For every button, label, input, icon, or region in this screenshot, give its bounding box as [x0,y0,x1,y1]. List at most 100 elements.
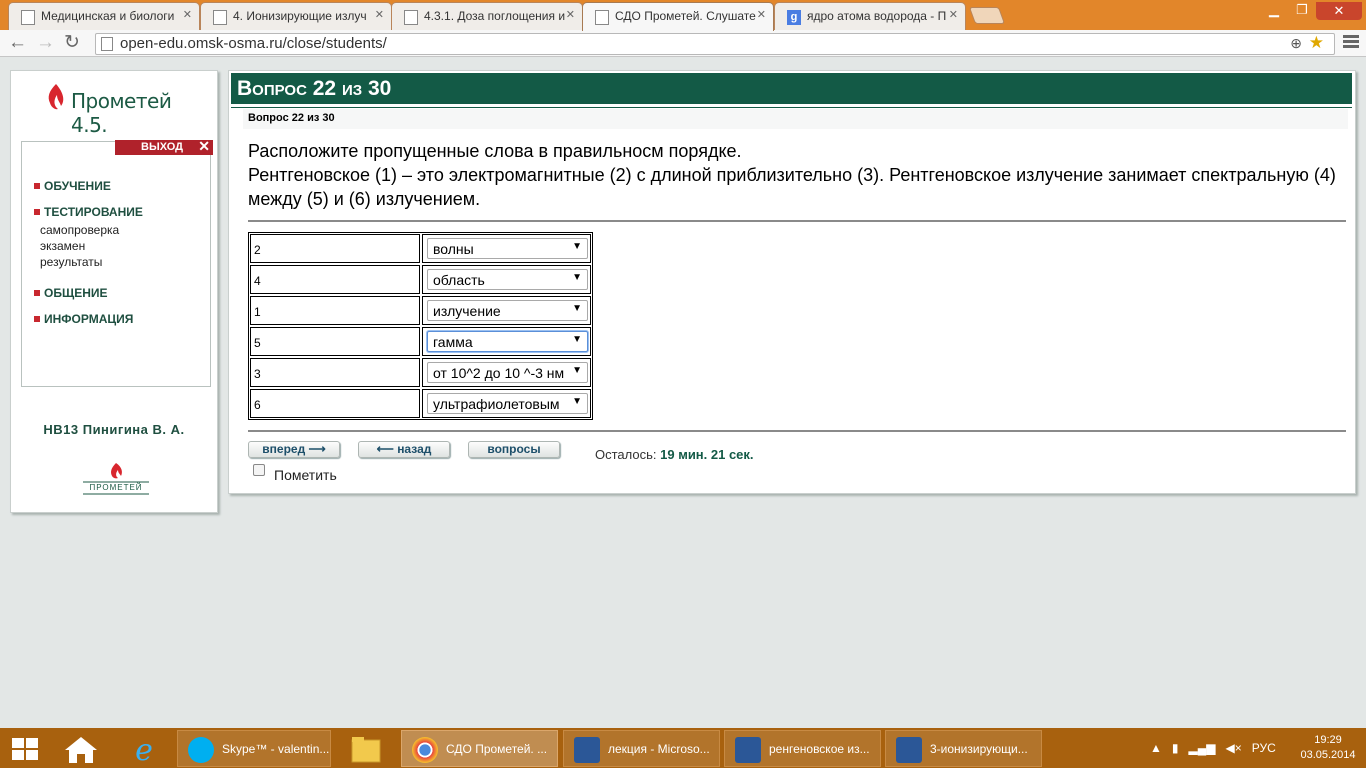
answer-select[interactable]: область ▼ [427,269,588,290]
answer-select[interactable]: излучение ▼ [427,300,588,321]
answer-row: 3 от 10^2 до 10 ^-3 нм ▼ [250,358,591,387]
word-icon [735,737,761,763]
taskbar-item-label: СДО Прометей. ... [446,742,548,756]
menu-learning[interactable]: ОБУЧЕНИЕ [34,179,143,193]
timer-value: 19 мин. 21 сек. [660,447,754,462]
battery-icon[interactable]: ▮ [1172,741,1179,755]
page-icon [101,37,113,51]
tab-label: Медицинская и биологи [41,9,175,23]
tab-label: ядро атома водорода - П [807,9,947,23]
back-arrow-icon[interactable]: ← [8,33,27,53]
url-text: open-edu.omsk-osma.ru/close/students/ [120,35,387,52]
question-subheader: Вопрос 22 из 30 [248,112,335,124]
dropdown-arrow-icon: ▼ [572,241,582,252]
taskbar-item-label: ренгеновское из... [769,742,870,756]
selected-value: область [433,272,485,288]
internet-explorer-icon[interactable]: e [118,732,170,766]
new-tab-button[interactable] [968,7,1006,24]
question-body: Рентгеновское (1) – это электромагнитные… [248,165,1336,209]
small-logo-text: ПРОМЕТЕЙ [89,483,143,492]
answer-select[interactable]: волны ▼ [427,238,588,259]
menu-testing[interactable]: ТЕСТИРОВАНИЕ [34,205,143,219]
taskbar-item-active[interactable]: СДО Прометей. ... [401,730,558,767]
minimize-icon[interactable]: ▁ [1262,2,1286,20]
gap-number: 4 [250,265,420,294]
menu-communication[interactable]: ОБЩЕНИЕ [34,286,143,300]
menu-box: ВЫХОД ✕ ОБУЧЕНИЕ ТЕСТИРОВАНИЕ самопровер… [21,138,213,387]
skype-icon [188,737,214,763]
menu-results[interactable]: результаты [40,254,143,270]
folder-icon[interactable] [340,732,392,766]
word-icon [896,737,922,763]
timer-label: Осталось: [595,447,657,462]
questions-button[interactable]: вопросы [468,441,560,458]
windows-start-icon[interactable] [12,738,38,760]
prometey-logo[interactable]: Прометей 4.5. [45,83,195,137]
zoom-icon[interactable]: ⊕ [1290,35,1302,52]
close-icon: ✕ [198,138,210,154]
taskbar-item[interactable]: 3-ионизирующи... [885,730,1042,767]
user-name: НВ13 Пинигина В. А. [43,422,185,437]
page-icon [21,10,35,25]
forward-button[interactable]: вперед ⟶ [248,441,340,458]
close-icon[interactable]: ✕ [949,8,958,21]
menu-information[interactable]: ИНФОРМАЦИЯ [34,312,143,326]
gap-number: 2 [250,234,420,263]
browser-tab[interactable]: g ядро атома водорода - П ✕ [774,2,966,30]
left-arrow-icon: ⟵ [376,442,394,456]
browser-tab[interactable]: 4. Ионизирующие излуч ✕ [200,2,392,30]
tab-label: СДО Прометей. Слушате [615,9,756,23]
browser-tab-active[interactable]: СДО Прометей. Слушате ✕ [582,2,774,31]
bookmark-star-icon[interactable]: ★ [1309,33,1324,53]
menu-icon[interactable] [1343,35,1359,50]
taskbar-item[interactable]: ренгеновское из... [724,730,881,767]
tray-arrow-icon[interactable]: ▲ [1150,741,1162,755]
exit-button[interactable]: ВЫХОД ✕ [115,138,213,155]
explorer-home-icon[interactable] [55,732,107,766]
close-icon[interactable]: ✕ [757,8,766,21]
browser-tab[interactable]: 4.3.1. Доза поглощения и ✕ [391,2,583,30]
mark-checkbox[interactable] [253,464,265,476]
answer-table: 2 волны ▼ 4 область ▼ 1 излучение ▼ 5 га… [248,232,593,420]
svg-text:e: e [135,733,153,766]
close-icon[interactable]: ✕ [183,8,192,21]
forward-arrow-icon[interactable]: → [36,33,55,53]
address-bar[interactable]: open-edu.omsk-osma.ru/close/students/ ⊕ … [95,33,1335,55]
dropdown-arrow-icon: ▼ [572,303,582,314]
close-icon[interactable]: ✕ [566,8,575,21]
question-instruction: Расположите пропущенные слова в правильн… [248,141,742,161]
system-tray: ▲ ▮ ▂▄▆ ◀× РУС [1150,741,1276,755]
taskbar: e Skype™ - valentin... СДО Прометей. ...… [0,728,1366,768]
answer-row: 2 волны ▼ [250,234,591,263]
page-icon [404,10,418,25]
maximize-icon[interactable]: ❐ [1290,2,1314,20]
sidebar: Прометей 4.5. ВЫХОД ✕ ОБУЧЕНИЕ ТЕСТИРОВА… [10,70,218,513]
back-label: назад [397,442,432,456]
network-icon[interactable]: ▂▄▆ [1189,741,1216,755]
browser-toolbar: ← → ↻ open-edu.omsk-osma.ru/close/studen… [0,30,1366,57]
gap-number: 5 [250,327,420,356]
language-indicator[interactable]: РУС [1252,741,1276,755]
taskbar-item[interactable]: лекция - Microso... [563,730,720,767]
answer-select[interactable]: от 10^2 до 10 ^-3 нм ▼ [427,362,588,383]
answer-row: 4 область ▼ [250,265,591,294]
mark-label[interactable]: Пометить [274,467,337,483]
answer-select[interactable]: ультрафиолетовым ▼ [427,393,588,414]
selected-value: гамма [433,334,473,350]
window-close-icon[interactable]: ✕ [1316,2,1362,20]
volume-muted-icon[interactable]: ◀× [1226,741,1242,755]
taskbar-item[interactable]: Skype™ - valentin... [177,730,331,767]
exit-label: ВЫХОД [141,141,184,153]
answer-row: 5 гамма ▼ [250,327,591,356]
browser-tab[interactable]: Медицинская и биологи ✕ [8,2,200,30]
clock[interactable]: 19:29 03.05.2014 [1300,733,1356,763]
reload-icon[interactable]: ↻ [64,33,80,53]
menu-self-check[interactable]: самопроверка [40,222,143,238]
question-header: Вопрос 22 из 30 [231,73,1352,104]
answer-select[interactable]: гамма ▼ [427,331,588,352]
menu-exam[interactable]: экзамен [40,238,143,254]
back-button[interactable]: ⟵ назад [358,441,450,458]
forward-label: вперед [262,442,306,456]
chrome-icon [412,737,438,763]
close-icon[interactable]: ✕ [375,8,384,21]
